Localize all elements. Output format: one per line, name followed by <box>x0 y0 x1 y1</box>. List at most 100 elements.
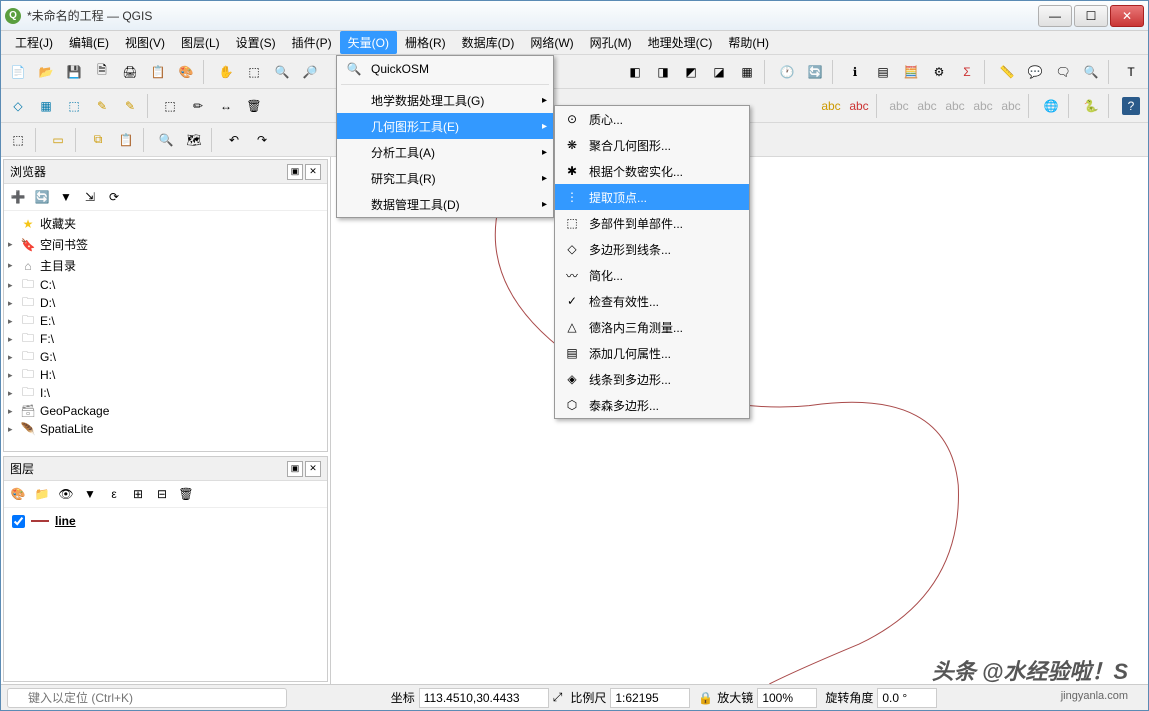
label2-button[interactable]: abc <box>846 93 872 119</box>
help-button[interactable]: ? <box>1118 93 1144 119</box>
layers-style-button[interactable]: 🎨 <box>8 484 28 504</box>
menu-web[interactable]: 网络(W) <box>522 31 581 54</box>
browser-item[interactable]: ▸🗀C:\ <box>6 276 325 294</box>
close-button[interactable]: ✕ <box>1110 5 1144 27</box>
browser-dock-button[interactable]: ▣ <box>287 164 303 180</box>
zoom-full-button[interactable]: 🔍 <box>153 127 179 153</box>
layers-visibility-button[interactable]: 👁 <box>56 484 76 504</box>
layer-checkbox[interactable] <box>12 515 25 528</box>
zoom-out-button[interactable]: 🔎 <box>297 59 323 85</box>
add-mesh-button[interactable]: ⬚ <box>61 93 87 119</box>
rotation-field[interactable] <box>877 688 937 708</box>
vector-menu-item[interactable]: 数据管理工具(D)▸ <box>337 191 553 217</box>
browser-item[interactable]: ▸⌂主目录 <box>6 255 325 276</box>
label5-button[interactable]: abc <box>942 93 968 119</box>
browser-close-button[interactable]: ✕ <box>305 164 321 180</box>
browser-item[interactable]: ▸🗀D:\ <box>6 294 325 312</box>
undo-button[interactable]: ↶ <box>221 127 247 153</box>
browser-item[interactable]: ▸🔖空间书签 <box>6 234 325 255</box>
geometry-menu-item[interactable]: ◇多边形到线条... <box>555 236 749 262</box>
save-as-button[interactable]: 🗎 <box>89 59 115 85</box>
edit-pencil2-button[interactable]: ✎ <box>117 93 143 119</box>
menu-mesh[interactable]: 网孔(M) <box>582 31 640 54</box>
add-raster-button[interactable]: ▦ <box>33 93 59 119</box>
layers-expression-button[interactable]: ε <box>104 484 124 504</box>
layers-expand-button[interactable]: ⊞ <box>128 484 148 504</box>
field-calc-button[interactable]: 🧮 <box>898 59 924 85</box>
browser-collapse-button[interactable]: ⇲ <box>80 187 100 207</box>
vector-menu-item[interactable]: 几何图形工具(E)▸ <box>337 113 553 139</box>
geometry-menu-item[interactable]: ⊙质心... <box>555 106 749 132</box>
browser-item[interactable]: ▸🗀E:\ <box>6 312 325 330</box>
browser-item[interactable]: ▸🗀G:\ <box>6 348 325 366</box>
new-memory-button[interactable]: ▦ <box>734 59 760 85</box>
pan-selection-button[interactable]: ⬚ <box>241 59 267 85</box>
label7-button[interactable]: abc <box>998 93 1024 119</box>
toolbox-button[interactable]: ⚙ <box>926 59 952 85</box>
browser-filter-button[interactable]: ▼ <box>56 187 76 207</box>
layers-filter-button[interactable]: ▼ <box>80 484 100 504</box>
layer-item[interactable]: line <box>8 512 323 530</box>
label6-button[interactable]: abc <box>970 93 996 119</box>
browser-item[interactable]: ▸🪶SpatiaLite <box>6 420 325 438</box>
new-spatialite-button[interactable]: ◪ <box>706 59 732 85</box>
label-button[interactable]: abc <box>818 93 844 119</box>
coord-field[interactable] <box>419 688 549 708</box>
browser-expand-button[interactable]: ⟳ <box>104 187 124 207</box>
menu-edit[interactable]: 编辑(E) <box>61 31 117 54</box>
browser-item[interactable]: ▸🗀I:\ <box>6 384 325 402</box>
browser-item[interactable]: ★收藏夹 <box>6 213 325 234</box>
annotation-button[interactable]: 🗨 <box>1050 59 1076 85</box>
menu-layer[interactable]: 图层(L) <box>173 31 228 54</box>
menu-plugins[interactable]: 插件(P) <box>284 31 340 54</box>
measure-button[interactable]: 📏 <box>994 59 1020 85</box>
quickosm-button[interactable]: 🌐 <box>1038 93 1064 119</box>
browser-item[interactable]: ▸🗀F:\ <box>6 330 325 348</box>
new-shapefile-button[interactable]: ◩ <box>678 59 704 85</box>
add-vector-button[interactable]: ◇ <box>5 93 31 119</box>
menu-processing[interactable]: 地理处理(C) <box>640 31 721 54</box>
lock-icon[interactable]: 🔒 <box>698 691 713 705</box>
temporal-button[interactable]: 🕐 <box>774 59 800 85</box>
scale-field[interactable] <box>610 688 690 708</box>
vector-menu-item[interactable]: 地学数据处理工具(G)▸ <box>337 87 553 113</box>
menu-view[interactable]: 视图(V) <box>117 31 173 54</box>
geometry-menu-item[interactable]: ✓检查有效性... <box>555 288 749 314</box>
menu-database[interactable]: 数据库(D) <box>454 31 523 54</box>
print-layout-button[interactable]: 🖨 <box>117 59 143 85</box>
pan-button[interactable]: ✋ <box>213 59 239 85</box>
extents-icon[interactable]: ⤢ <box>553 690 563 705</box>
vector-menu-item[interactable]: 研究工具(R)▸ <box>337 165 553 191</box>
move-feature-button[interactable]: ↔ <box>213 93 239 119</box>
browser-item[interactable]: ▸🗀H:\ <box>6 366 325 384</box>
zoom-in-button[interactable]: 🔍 <box>269 59 295 85</box>
attributes-button[interactable]: ▤ <box>870 59 896 85</box>
new-vector-button[interactable]: ◧ <box>622 59 648 85</box>
geometry-menu-item[interactable]: △德洛内三角测量... <box>555 314 749 340</box>
vertex-tool-button[interactable]: ⬚ <box>157 93 183 119</box>
layers-collapse-button[interactable]: ⊟ <box>152 484 172 504</box>
paste-features-button[interactable]: 📋 <box>113 127 139 153</box>
menu-raster[interactable]: 栅格(R) <box>397 31 454 54</box>
layers-tree[interactable]: line <box>4 508 327 534</box>
vector-menu-item[interactable]: 分析工具(A)▸ <box>337 139 553 165</box>
magnifier-field[interactable] <box>757 688 817 708</box>
copy-features-button[interactable]: ⧉ <box>85 127 111 153</box>
maximize-button[interactable]: ☐ <box>1074 5 1108 27</box>
vector-menu-item[interactable]: 🔍QuickOSM <box>337 56 553 82</box>
stats-button[interactable]: Σ <box>954 59 980 85</box>
save-project-button[interactable]: 💾 <box>61 59 87 85</box>
label4-button[interactable]: abc <box>914 93 940 119</box>
zoom-layer-button[interactable]: 🗺 <box>181 127 207 153</box>
browser-tree[interactable]: ★收藏夹▸🔖空间书签▸⌂主目录▸🗀C:\▸🗀D:\▸🗀E:\▸🗀F:\▸🗀G:\… <box>4 211 327 451</box>
layers-add-group-button[interactable]: 📁 <box>32 484 52 504</box>
geometry-menu-item[interactable]: ⬚多部件到单部件... <box>555 210 749 236</box>
redo-button[interactable]: ↷ <box>249 127 275 153</box>
geometry-menu-item[interactable]: 〰简化... <box>555 262 749 288</box>
python-button[interactable]: 🐍 <box>1078 93 1104 119</box>
browser-add-button[interactable]: ➕ <box>8 187 28 207</box>
delete-button[interactable]: 🗑 <box>241 93 267 119</box>
open-project-button[interactable]: 📂 <box>33 59 59 85</box>
select-button[interactable]: ⬚ <box>5 127 31 153</box>
locator-input[interactable] <box>7 688 287 708</box>
